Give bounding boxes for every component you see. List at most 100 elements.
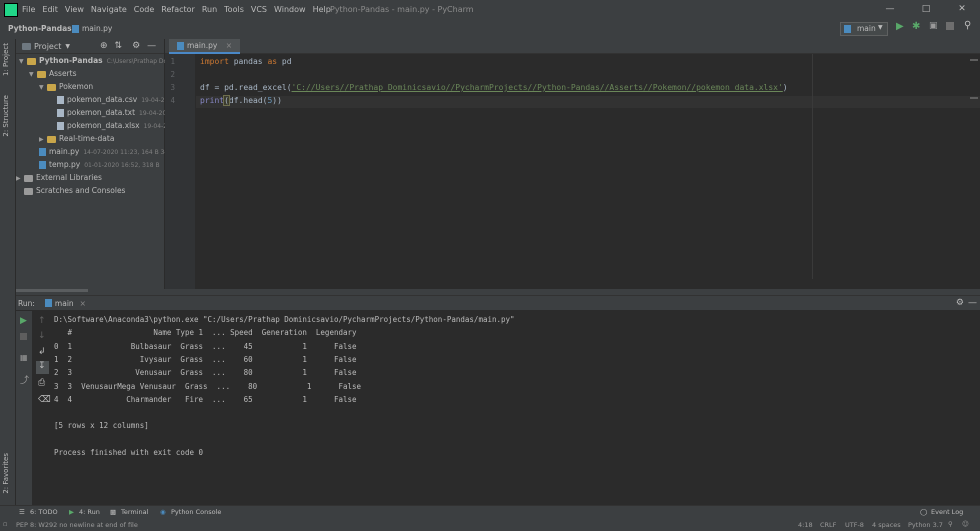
console-line: 1 2 Ivysaur Grass ... 60 1 False	[54, 355, 357, 365]
close-tab-icon[interactable]: ×	[80, 299, 86, 308]
tool-tab-favorites[interactable]: 2: Favorites	[2, 453, 10, 494]
line-separator[interactable]: CRLF	[820, 521, 836, 529]
code-text: pandas	[228, 57, 268, 66]
tree-item-meta: 19-04-2	[143, 123, 168, 130]
down-arrow-icon[interactable]: ↓	[38, 331, 46, 341]
line-number: 4	[170, 96, 175, 105]
collapse-arrow-icon[interactable]: ▶	[39, 134, 47, 146]
coverage-icon[interactable]: ▣	[929, 21, 938, 31]
tree-item-project-root[interactable]: ▼ Python-Pandas C:\Users\Prathap Do	[19, 55, 167, 67]
up-arrow-icon[interactable]: ↑	[38, 316, 46, 326]
menu-view[interactable]: View	[65, 5, 84, 14]
lock-icon[interactable]: ⚲	[948, 520, 953, 528]
tree-item-label: pokemon_data.txt	[67, 108, 136, 117]
menu-refactor[interactable]: Refactor	[161, 5, 195, 14]
tree-item-temp-py[interactable]: temp.py 01-01-2020 16:52, 318 B	[39, 159, 160, 171]
indent-setting[interactable]: 4 spaces	[872, 521, 901, 529]
menu-edit[interactable]: Edit	[42, 5, 58, 14]
run-icon[interactable]: ▶	[896, 21, 904, 32]
caret-position[interactable]: 4:18	[798, 521, 813, 529]
expand-arrow-icon[interactable]: ▼	[29, 69, 37, 81]
run-config-select[interactable]: main ▼	[840, 22, 888, 36]
stop-icon[interactable]	[20, 333, 27, 340]
menu-run[interactable]: Run	[202, 5, 217, 14]
inspector-icon[interactable]: ☺	[962, 520, 969, 528]
collapse-arrow-icon[interactable]: ▶	[16, 173, 24, 185]
menu-tools[interactable]: Tools	[224, 5, 244, 14]
close-tab-icon[interactable]: ×	[226, 41, 232, 50]
soft-wrap-icon[interactable]: ↲	[38, 347, 46, 357]
file-encoding[interactable]: UTF-8	[845, 521, 864, 529]
tree-item-real-time-data[interactable]: ▶ Real-time-data	[39, 133, 114, 145]
tree-item-meta: 14-07-2020 11:23, 164 B 34	[83, 149, 169, 156]
menu-navigate[interactable]: Navigate	[91, 5, 127, 14]
pin-icon[interactable]: ⤴	[20, 373, 29, 386]
minimize-icon[interactable]: —	[872, 0, 908, 19]
tree-item-label: pokemon_data.xlsx	[67, 121, 140, 130]
tool-tab-run[interactable]: 4: Run	[79, 508, 100, 516]
stop-icon[interactable]	[946, 22, 954, 30]
tool-tab-python-console[interactable]: Python Console	[171, 508, 221, 516]
menu-window[interactable]: Window	[274, 5, 306, 14]
project-panel-title[interactable]: Project	[34, 42, 61, 51]
debug-icon[interactable]: ✱	[912, 21, 920, 32]
tree-item-asserts[interactable]: ▼ Asserts	[29, 68, 77, 80]
tree-item-scratches[interactable]: Scratches and Consoles	[24, 185, 125, 197]
menu-help[interactable]: Help	[313, 5, 331, 14]
close-icon[interactable]: ✕	[944, 0, 980, 19]
code-line-1[interactable]: import pandas as pd	[200, 57, 292, 66]
expand-arrow-icon[interactable]: ▼	[19, 56, 27, 68]
editor-tab-main[interactable]: main.py ×	[169, 39, 241, 54]
print-icon[interactable]: ⎙	[38, 378, 45, 388]
hide-icon[interactable]: —	[147, 41, 156, 51]
menu-items: File Edit View Navigate Code Refactor Ru…	[22, 0, 338, 19]
layout-icon[interactable]: ▦	[20, 353, 29, 362]
code-line-3[interactable]: df = pd.read_excel('C://Users//Prathap D…	[200, 83, 788, 92]
menu-vcs[interactable]: VCS	[251, 5, 267, 14]
line-number: 1	[170, 57, 175, 66]
tree-item-pokemon-txt[interactable]: pokemon_data.txt 19-04-20	[57, 107, 166, 119]
run-tab-main[interactable]: main	[55, 299, 74, 308]
tool-tab-structure[interactable]: 2: Structure	[2, 95, 10, 137]
gear-icon[interactable]: ⚙	[956, 298, 964, 308]
editor-area: main.py × 1 2 3 4 import pandas as pd df…	[165, 39, 980, 289]
chevron-down-icon[interactable]: ▼	[65, 43, 70, 50]
trash-icon[interactable]: ⌫	[38, 395, 51, 405]
run-panel: Run: main × ⚙ — ▶ ▦ ⤴ ↑ ↓ ↲ ↧ ⎙ ⌫ D:\Sof…	[16, 295, 980, 506]
breadcrumb-file[interactable]: main.py	[82, 24, 112, 33]
navigation-bar: Python-Pandas › main.py main ▼ ▶ ✱ ▣ ⚲	[0, 19, 980, 40]
gear-icon[interactable]: ⚙	[132, 41, 140, 51]
locate-icon[interactable]: ⊕	[100, 41, 108, 51]
pycharm-logo-icon	[4, 3, 18, 17]
console-output[interactable]: D:\Software\Anaconda3\python.exe "C:/Use…	[54, 313, 515, 459]
python-interpreter[interactable]: Python 3.7	[908, 521, 943, 529]
rerun-icon[interactable]: ▶	[20, 316, 29, 326]
code-text: pd	[277, 57, 292, 66]
tool-tab-event-log[interactable]: Event Log	[931, 508, 963, 516]
maximize-icon[interactable]: □	[908, 0, 944, 19]
tool-tab-project[interactable]: 1: Project	[2, 43, 10, 76]
tree-item-pokemon-xlsx[interactable]: pokemon_data.xlsx 19-04-2	[57, 120, 167, 132]
breadcrumb-project[interactable]: Python-Pandas	[8, 24, 72, 33]
search-icon[interactable]: ⚲	[964, 20, 971, 31]
scroll-to-end-toggle[interactable]: ↧	[36, 361, 49, 374]
code-keyword: as	[267, 57, 278, 66]
tool-tab-terminal[interactable]: Terminal	[121, 508, 148, 516]
console-line: # Name Type 1 ... Speed Generation Legen…	[54, 328, 357, 338]
tree-item-external-libraries[interactable]: ▶ External Libraries	[16, 172, 102, 184]
tree-item-main-py[interactable]: main.py 14-07-2020 11:23, 164 B 34	[39, 146, 168, 158]
menu-file[interactable]: File	[22, 5, 35, 14]
expand-arrow-icon[interactable]: ▼	[39, 82, 47, 94]
status-message[interactable]: PEP 8: W292 no newline at end of file	[16, 521, 138, 529]
collapse-icon[interactable]: ⇅	[115, 41, 123, 51]
hide-icon[interactable]: —	[968, 298, 977, 308]
code-line-4[interactable]: print(df.head(5))	[200, 95, 282, 106]
tool-tab-todo[interactable]: 6: TODO	[30, 508, 58, 516]
tree-item-pokemon[interactable]: ▼ Pokemon	[39, 81, 93, 93]
horizontal-scrollbar[interactable]	[16, 289, 88, 292]
tree-item-pokemon-csv[interactable]: pokemon_data.csv 19-04-2	[57, 94, 165, 106]
menu-code[interactable]: Code	[134, 5, 154, 14]
folder-icon	[47, 135, 56, 143]
library-icon	[24, 174, 33, 182]
left-tool-strip: 1: Project 2: Structure 2: Favorites	[0, 39, 16, 505]
